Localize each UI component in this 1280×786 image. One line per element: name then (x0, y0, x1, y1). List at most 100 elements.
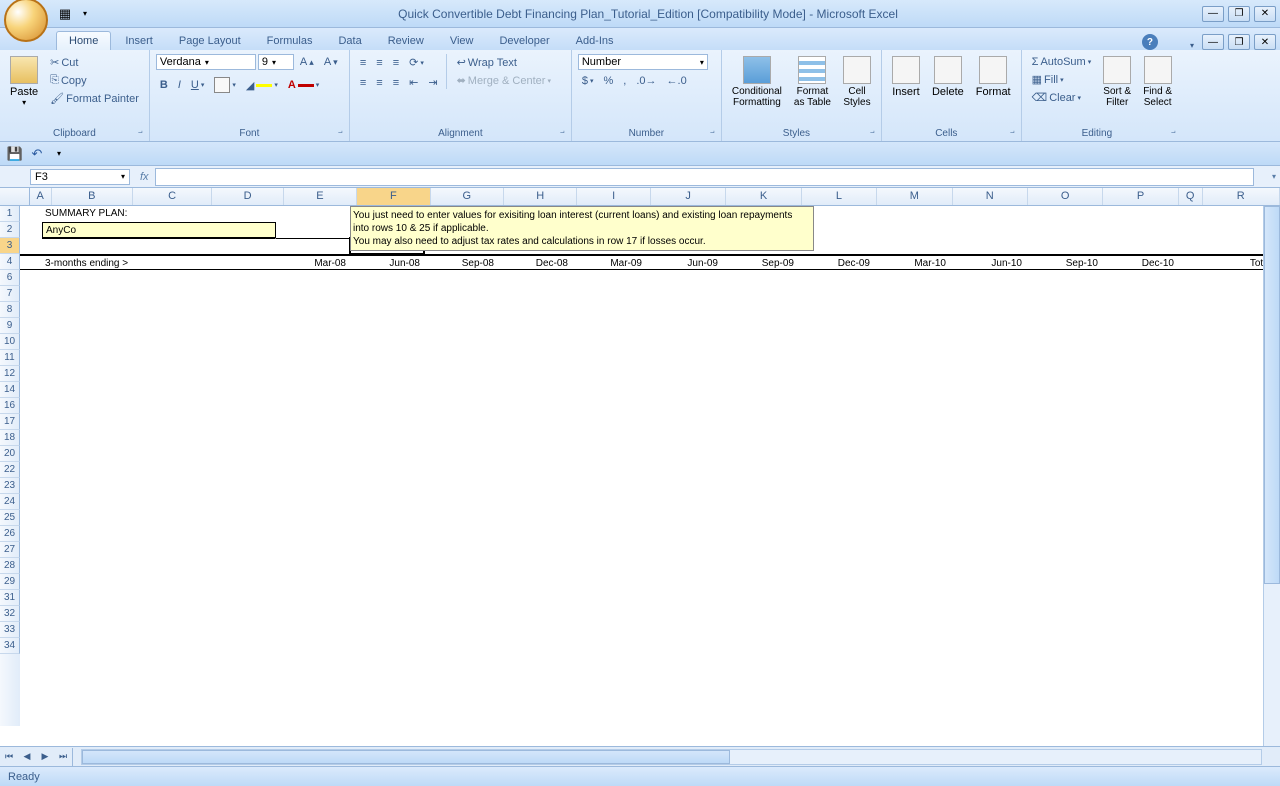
row-header[interactable]: 31 (0, 590, 20, 606)
cell[interactable] (204, 256, 276, 269)
row-header[interactable]: 1 (0, 206, 20, 222)
number-format-combo[interactable]: Number▾ (578, 54, 708, 70)
autosum-button[interactable]: ΣAutoSum▾ (1028, 54, 1096, 70)
expand-formula-icon[interactable]: ▾ (1272, 172, 1276, 181)
increase-indent-button[interactable]: ⇥ (424, 74, 441, 91)
row-header[interactable]: 3 (0, 238, 20, 254)
row-header[interactable]: 9 (0, 318, 20, 334)
col-header-i[interactable]: I (577, 188, 650, 205)
sort-filter-button[interactable]: Sort & Filter (1099, 54, 1135, 110)
col-header-l[interactable]: L (802, 188, 877, 205)
vscroll-thumb[interactable] (1264, 206, 1280, 584)
row-header[interactable]: 11 (0, 350, 20, 366)
fx-icon[interactable]: fx (140, 171, 149, 183)
select-all-corner[interactable] (0, 188, 30, 205)
minimize-button[interactable]: — (1202, 6, 1224, 22)
cell[interactable] (874, 222, 950, 238)
cell[interactable] (20, 256, 42, 269)
row-header[interactable]: 33 (0, 622, 20, 638)
row-header[interactable]: 6 (0, 270, 20, 286)
row-header[interactable]: 12 (0, 366, 20, 382)
decrease-decimal-button[interactable]: ←.0 (663, 73, 691, 89)
row-header[interactable]: 17 (0, 414, 20, 430)
sheet-prev-button[interactable]: ◀ (18, 748, 36, 766)
row-header[interactable]: 22 (0, 462, 20, 478)
format-as-table-button[interactable]: Format as Table (790, 54, 835, 110)
cell[interactable] (276, 206, 350, 222)
format-cells-button[interactable]: Format (972, 54, 1015, 100)
col-header-g[interactable]: G (431, 188, 504, 205)
align-middle-button[interactable]: ≡ (372, 55, 386, 71)
row-header[interactable]: 34 (0, 638, 20, 654)
cells-area[interactable]: SUMMARY PLAN:AnyCoYou just need to enter… (20, 206, 1280, 726)
col-header-m[interactable]: M (877, 188, 952, 205)
office-button[interactable] (4, 0, 48, 42)
font-color-button[interactable]: A▾ (284, 77, 323, 93)
row-header[interactable]: 26 (0, 526, 20, 542)
row-header[interactable]: 14 (0, 382, 20, 398)
col-header-k[interactable]: K (726, 188, 801, 205)
tab-home[interactable]: Home (56, 31, 111, 50)
col-header-h[interactable]: H (504, 188, 577, 205)
undo-icon[interactable]: ↶ (28, 145, 46, 163)
cell[interactable]: 3-months ending > (42, 256, 204, 269)
col-header-r[interactable]: R (1203, 188, 1280, 205)
cell[interactable]: Mar-10 (874, 256, 950, 269)
conditional-formatting-button[interactable]: Conditional Formatting (728, 54, 786, 110)
doc-minimize-button[interactable]: — (1202, 34, 1224, 50)
border-button[interactable]: ▾ (210, 75, 240, 95)
fill-button[interactable]: ▦Fill▾ (1028, 71, 1096, 88)
cell[interactable] (1178, 238, 1202, 254)
tab-developer[interactable]: Developer (487, 32, 561, 50)
cell[interactable]: Dec-08 (498, 256, 572, 269)
align-bottom-button[interactable]: ≡ (389, 55, 403, 71)
row-header[interactable]: 23 (0, 478, 20, 494)
doc-close-button[interactable]: ✕ (1254, 34, 1276, 50)
qat-customize-icon[interactable]: ▾ (50, 145, 68, 163)
cell[interactable] (20, 222, 42, 238)
col-header-p[interactable]: P (1103, 188, 1178, 205)
find-select-button[interactable]: Find & Select (1139, 54, 1176, 110)
row-header[interactable]: 8 (0, 302, 20, 318)
doc-restore-button[interactable]: ❐ (1228, 34, 1250, 50)
cell[interactable]: Mar-08 (276, 256, 350, 269)
underline-button[interactable]: U▾ (187, 77, 208, 93)
tab-review[interactable]: Review (376, 32, 436, 50)
row-header[interactable]: 10 (0, 334, 20, 350)
help-icon[interactable]: ? (1142, 34, 1158, 50)
cell[interactable] (276, 238, 350, 254)
cell[interactable]: Sep-10 (1026, 256, 1102, 269)
restore-button[interactable]: ❐ (1228, 6, 1250, 22)
row-header[interactable]: 25 (0, 510, 20, 526)
increase-decimal-button[interactable]: .0→ (632, 73, 660, 89)
name-box[interactable]: F3▾ (30, 169, 130, 185)
vertical-scrollbar[interactable] (1263, 206, 1280, 746)
col-header-c[interactable]: C (133, 188, 212, 205)
row-header[interactable]: 4 (0, 254, 20, 270)
cell[interactable] (874, 238, 950, 254)
grow-font-button[interactable]: A▴ (296, 54, 318, 70)
row-header[interactable]: 2 (0, 222, 20, 238)
copy-button[interactable]: ⎘Copy (46, 72, 143, 89)
row-header[interactable]: 24 (0, 494, 20, 510)
cell[interactable] (1026, 222, 1102, 238)
cell[interactable] (204, 206, 276, 222)
row-header[interactable]: 32 (0, 606, 20, 622)
col-header-d[interactable]: D (212, 188, 283, 205)
horizontal-scrollbar[interactable] (81, 749, 1262, 765)
tab-formulas[interactable]: Formulas (255, 32, 325, 50)
row-header[interactable]: 28 (0, 558, 20, 574)
delete-cells-button[interactable]: Delete (928, 54, 968, 100)
sheet-last-button[interactable]: ⏭ (54, 748, 72, 766)
cell[interactable] (276, 222, 350, 238)
cell[interactable]: Sep-08 (424, 256, 498, 269)
col-header-j[interactable]: J (651, 188, 726, 205)
row-header[interactable]: 20 (0, 446, 20, 462)
align-left-button[interactable]: ≡ (356, 75, 370, 91)
decrease-indent-button[interactable]: ⇤ (405, 74, 422, 91)
align-top-button[interactable]: ≡ (356, 55, 370, 71)
row-header[interactable]: 16 (0, 398, 20, 414)
col-header-e[interactable]: E (284, 188, 357, 205)
format-painter-button[interactable]: 🖌Format Painter (46, 90, 143, 107)
sheet-next-button[interactable]: ▶ (36, 748, 54, 766)
